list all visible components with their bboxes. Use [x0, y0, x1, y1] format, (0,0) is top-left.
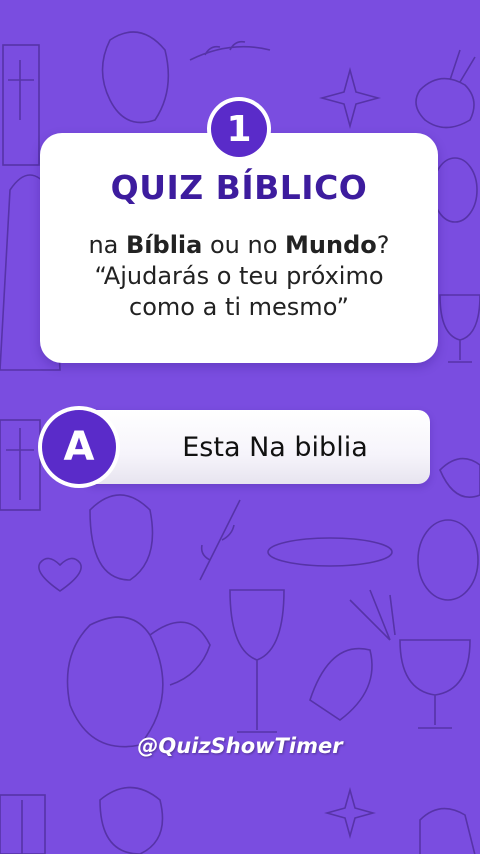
egg-icon	[432, 157, 478, 223]
question-number: 1	[211, 101, 267, 157]
question-line-1: na Bíblia ou no Mundo?	[88, 231, 390, 259]
star-icon	[324, 787, 376, 839]
angel-icon	[89, 494, 154, 581]
leaf-branch-icon	[189, 40, 271, 61]
leaf-branch-icon	[199, 499, 241, 581]
answer-letter-badge: A	[38, 406, 120, 488]
cup-icon	[439, 294, 480, 363]
egg-icon	[417, 519, 479, 601]
crown-of-thorns-icon	[267, 537, 393, 567]
answer-option-a-text[interactable]: Esta Na biblia	[120, 410, 430, 484]
chalice-icon	[399, 639, 471, 729]
star-icon	[318, 66, 382, 130]
angel-icon	[101, 31, 170, 124]
question-text: na Bíblia ou no Mundo? “Ajudarás o teu p…	[40, 230, 438, 323]
rabbit-icon	[419, 807, 476, 854]
angel-icon	[99, 786, 164, 854]
cross-icon	[0, 794, 46, 854]
cross-icon	[0, 419, 41, 511]
rabbit-icon	[415, 49, 476, 129]
question-line-2: “Ajudarás o teu próximo	[94, 262, 384, 290]
rabbit-icon	[439, 457, 480, 498]
light-rays-icon	[349, 589, 396, 641]
praying-hands-icon	[309, 647, 373, 721]
quiz-title: QUIZ BÍBLICO	[110, 168, 368, 207]
cross-icon	[2, 44, 40, 166]
question-number-badge: 1	[207, 97, 271, 161]
wine-glass-icon	[229, 589, 285, 733]
channel-watermark: @QuizShowTimer	[137, 734, 343, 758]
question-line-3: como a ti mesmo”	[129, 293, 349, 321]
answer-letter: A	[42, 410, 116, 484]
pitcher-icon	[66, 616, 211, 748]
heart-icon	[38, 557, 82, 592]
